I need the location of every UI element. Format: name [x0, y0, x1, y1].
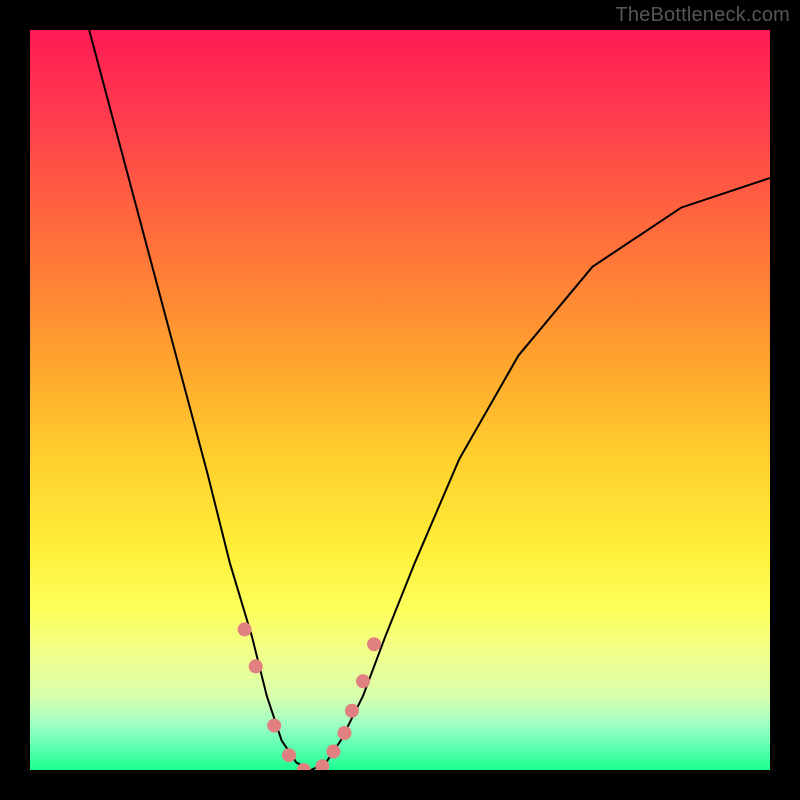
highlight-dots-group: [238, 622, 382, 770]
highlight-dot: [282, 748, 296, 762]
plot-area: [30, 30, 770, 770]
highlight-dot: [367, 637, 381, 651]
highlight-dot: [356, 674, 370, 688]
bottleneck-curve-svg: [30, 30, 770, 770]
highlight-dot: [338, 726, 352, 740]
highlight-dot: [249, 659, 263, 673]
highlight-dot: [238, 622, 252, 636]
watermark-text: TheBottleneck.com: [615, 4, 790, 27]
bottleneck-curve-path: [89, 30, 770, 770]
highlight-dot: [345, 704, 359, 718]
highlight-dot: [267, 719, 281, 733]
highlight-dot: [326, 745, 340, 759]
chart-frame: TheBottleneck.com: [0, 0, 800, 800]
